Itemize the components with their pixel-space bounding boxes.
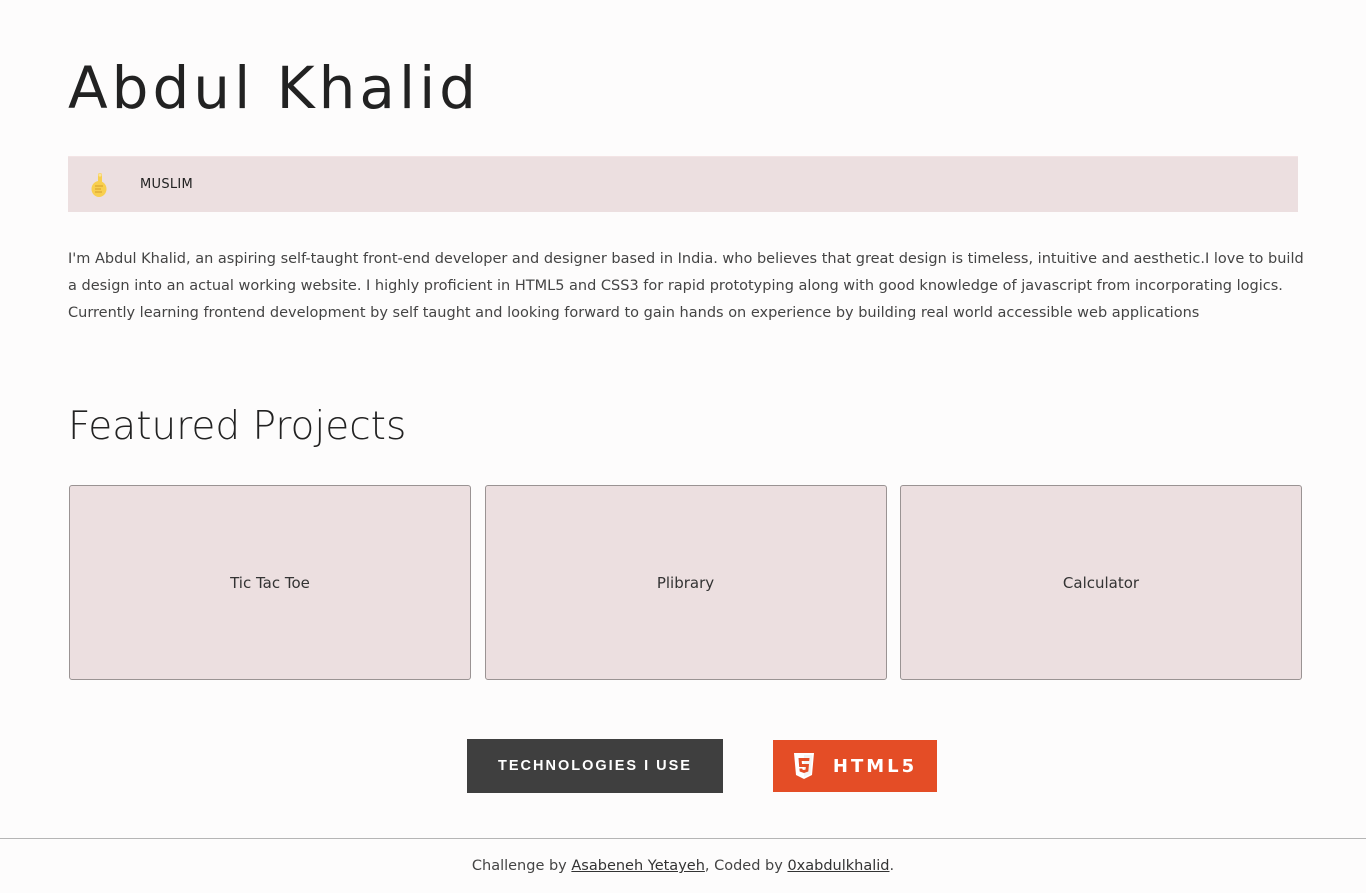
footer-suffix: . <box>889 858 895 874</box>
coder-link[interactable]: 0xabdulkhalid <box>787 858 889 874</box>
technologies-button[interactable]: TECHNOLOGIES I USE <box>467 739 723 793</box>
project-name: Tic Tac Toe <box>230 573 310 592</box>
featured-projects-title: Featured Projects <box>68 404 407 449</box>
project-card-calculator[interactable]: Calculator <box>900 485 1302 680</box>
project-card-tic-tac-toe[interactable]: Tic Tac Toe <box>69 485 471 680</box>
badge-bar: MUSLIM <box>68 156 1298 212</box>
portfolio-page: Abdul Khalid MUSLIM I'm Abdul Khalid, an… <box>0 0 1366 893</box>
projects-grid: Tic Tac Toe Plibrary Calculator <box>69 485 1302 680</box>
profile-name: Abdul Khalid <box>68 54 481 122</box>
project-name: Calculator <box>1062 573 1140 592</box>
html5-badge: HTML5 <box>773 740 937 792</box>
bio-paragraph: I'm Abdul Khalid, an aspiring self-taugh… <box>68 251 1304 321</box>
project-name: Plibrary <box>656 573 715 592</box>
footer-middle: , Coded by <box>704 858 788 874</box>
project-card-plibrary[interactable]: Plibrary <box>484 485 887 680</box>
html5-icon <box>793 753 815 779</box>
badge-label: MUSLIM <box>140 177 194 192</box>
footer: Challenge by Asabeneh Yetayeh , Coded by… <box>0 838 1366 893</box>
footer-prefix: Challenge by <box>471 858 572 874</box>
author-link[interactable]: Asabeneh Yetayeh <box>571 858 705 874</box>
pointing-up-hand-icon <box>86 170 114 200</box>
html5-label: HTML5 <box>832 755 918 777</box>
